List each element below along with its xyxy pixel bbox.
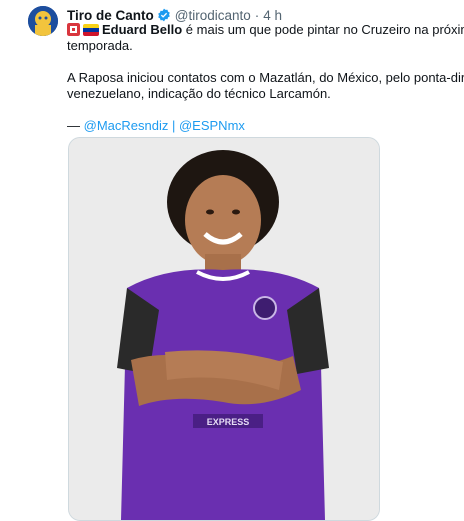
tweet-line-3: A Raposa iniciou contatos com o Mazatlán… [67,70,464,85]
verified-badge-icon [157,8,171,22]
tweet-line-1-rest: é mais um que pode pintar no Cruzeiro na… [182,22,464,37]
tweet-line-4: venezuelano, indicação do técnico Larcam… [67,86,331,101]
red-flag-emoji-icon [67,23,80,36]
tweet-photo[interactable]: EXPRESS [68,137,380,521]
credit-separator: | [168,118,179,133]
player-name: Eduard Bello [102,22,183,37]
mention-espnmx-link[interactable]: @ESPNmx [179,118,245,133]
header-separator: · [254,7,260,23]
author-avatar[interactable] [28,6,58,36]
credit-prefix: — [67,118,84,133]
tweet-timestamp[interactable]: 4 h [263,8,282,23]
tweet-line-2: temporada. [67,38,133,53]
tweet-line-1: Eduard Bello é mais um que pode pintar n… [67,22,464,38]
tweet-credit: — @MacResndiz | @ESPNmx [67,118,447,134]
tweet-text: Eduard Bello é mais um que pode pintar n… [67,22,464,134]
author-handle[interactable]: @tirodicanto [175,8,251,23]
venezuela-flag-icon [83,24,99,36]
author-name[interactable]: Tiro de Canto [67,8,154,23]
jersey-sponsor-text: EXPRESS [207,417,250,427]
mention-macresndiz-link[interactable]: @MacResndiz [84,118,169,133]
tweet[interactable]: Tiro de Canto @tirodicanto · 4 h Eduard … [0,0,464,521]
